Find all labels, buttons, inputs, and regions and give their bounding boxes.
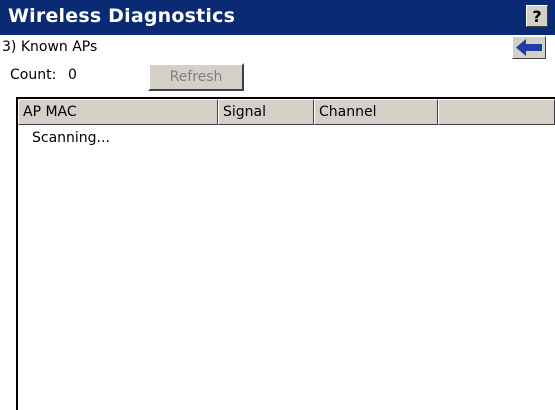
back-button[interactable] — [512, 36, 546, 59]
count-value: 0 — [68, 67, 77, 83]
scanning-status: Scanning... — [32, 130, 110, 146]
column-header-channel[interactable]: Channel — [314, 99, 438, 125]
help-button[interactable]: ? — [526, 5, 548, 27]
list-header: AP MAC Signal Channel — [18, 99, 555, 125]
page-label: 3) Known APs — [2, 39, 98, 55]
window-title: Wireless Diagnostics — [8, 5, 236, 27]
subheader-bar: 3) Known APs — [0, 35, 555, 61]
ap-list[interactable]: AP MAC Signal Channel Scanning... — [16, 97, 555, 410]
left-arrow-icon — [516, 39, 542, 56]
count-label: Count: — [10, 67, 57, 83]
column-header-signal[interactable]: Signal — [218, 99, 314, 125]
refresh-button[interactable]: Refresh — [148, 63, 244, 91]
toolbar: Count: 0 Refresh — [0, 61, 555, 91]
title-bar: Wireless Diagnostics ? — [0, 0, 555, 35]
column-header-ap-mac[interactable]: AP MAC — [18, 99, 218, 125]
column-header-extra[interactable] — [438, 99, 555, 125]
